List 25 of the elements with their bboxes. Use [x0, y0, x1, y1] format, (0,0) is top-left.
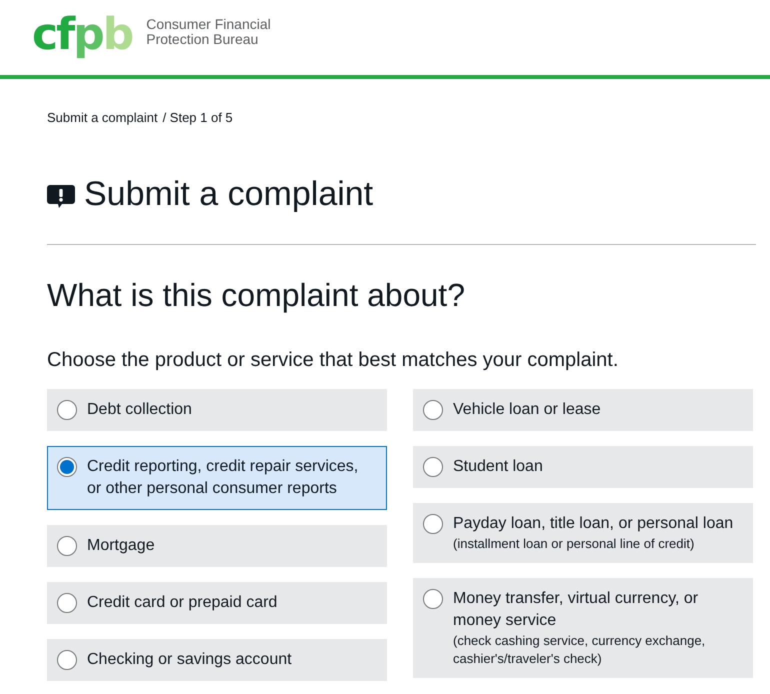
radio-button[interactable]	[57, 650, 77, 670]
question-heading: What is this complaint about?	[47, 276, 466, 314]
product-option[interactable]: Student loan	[413, 446, 753, 488]
radio-button[interactable]	[423, 514, 443, 534]
product-option[interactable]: Payday loan, title loan, or personal loan (installment loan or personal line of credit)	[413, 503, 753, 563]
instruction-text: Choose the product or service that best matches your complaint.	[47, 348, 620, 373]
radio-button[interactable]	[423, 457, 443, 477]
product-option[interactable]: Credit reporting, credit repair services, or other personal consumer reports	[47, 446, 387, 510]
product-option[interactable]: Money transfer, virtual currency, or money service (check cashing service, currency exchange, cashier's/traveler's check)	[413, 578, 753, 678]
product-option[interactable]: Mortgage	[47, 525, 387, 567]
product-option[interactable]: Debt collection	[47, 389, 387, 431]
breadcrumb-current-step: / Step 1 of 5	[162, 110, 233, 126]
radio-button[interactable]	[423, 589, 443, 609]
product-option[interactable]: Credit card or prepaid card	[47, 582, 387, 624]
product-option[interactable]: Vehicle loan or lease	[413, 389, 753, 431]
radio-button[interactable]	[57, 593, 77, 613]
speech-bubble-exclamation-icon	[47, 184, 75, 208]
radio-button[interactable]	[57, 536, 77, 556]
page-title: Submit a complaint	[84, 174, 374, 214]
agency-name: Consumer Financial Protection Bureau	[146, 16, 272, 46]
radio-button[interactable]	[423, 400, 443, 420]
product-option[interactable]: Checking or savings account	[47, 639, 387, 681]
radio-button[interactable]	[57, 457, 77, 477]
radio-button[interactable]	[57, 400, 77, 420]
breadcrumb-link[interactable]: Submit a complaint	[47, 110, 158, 126]
